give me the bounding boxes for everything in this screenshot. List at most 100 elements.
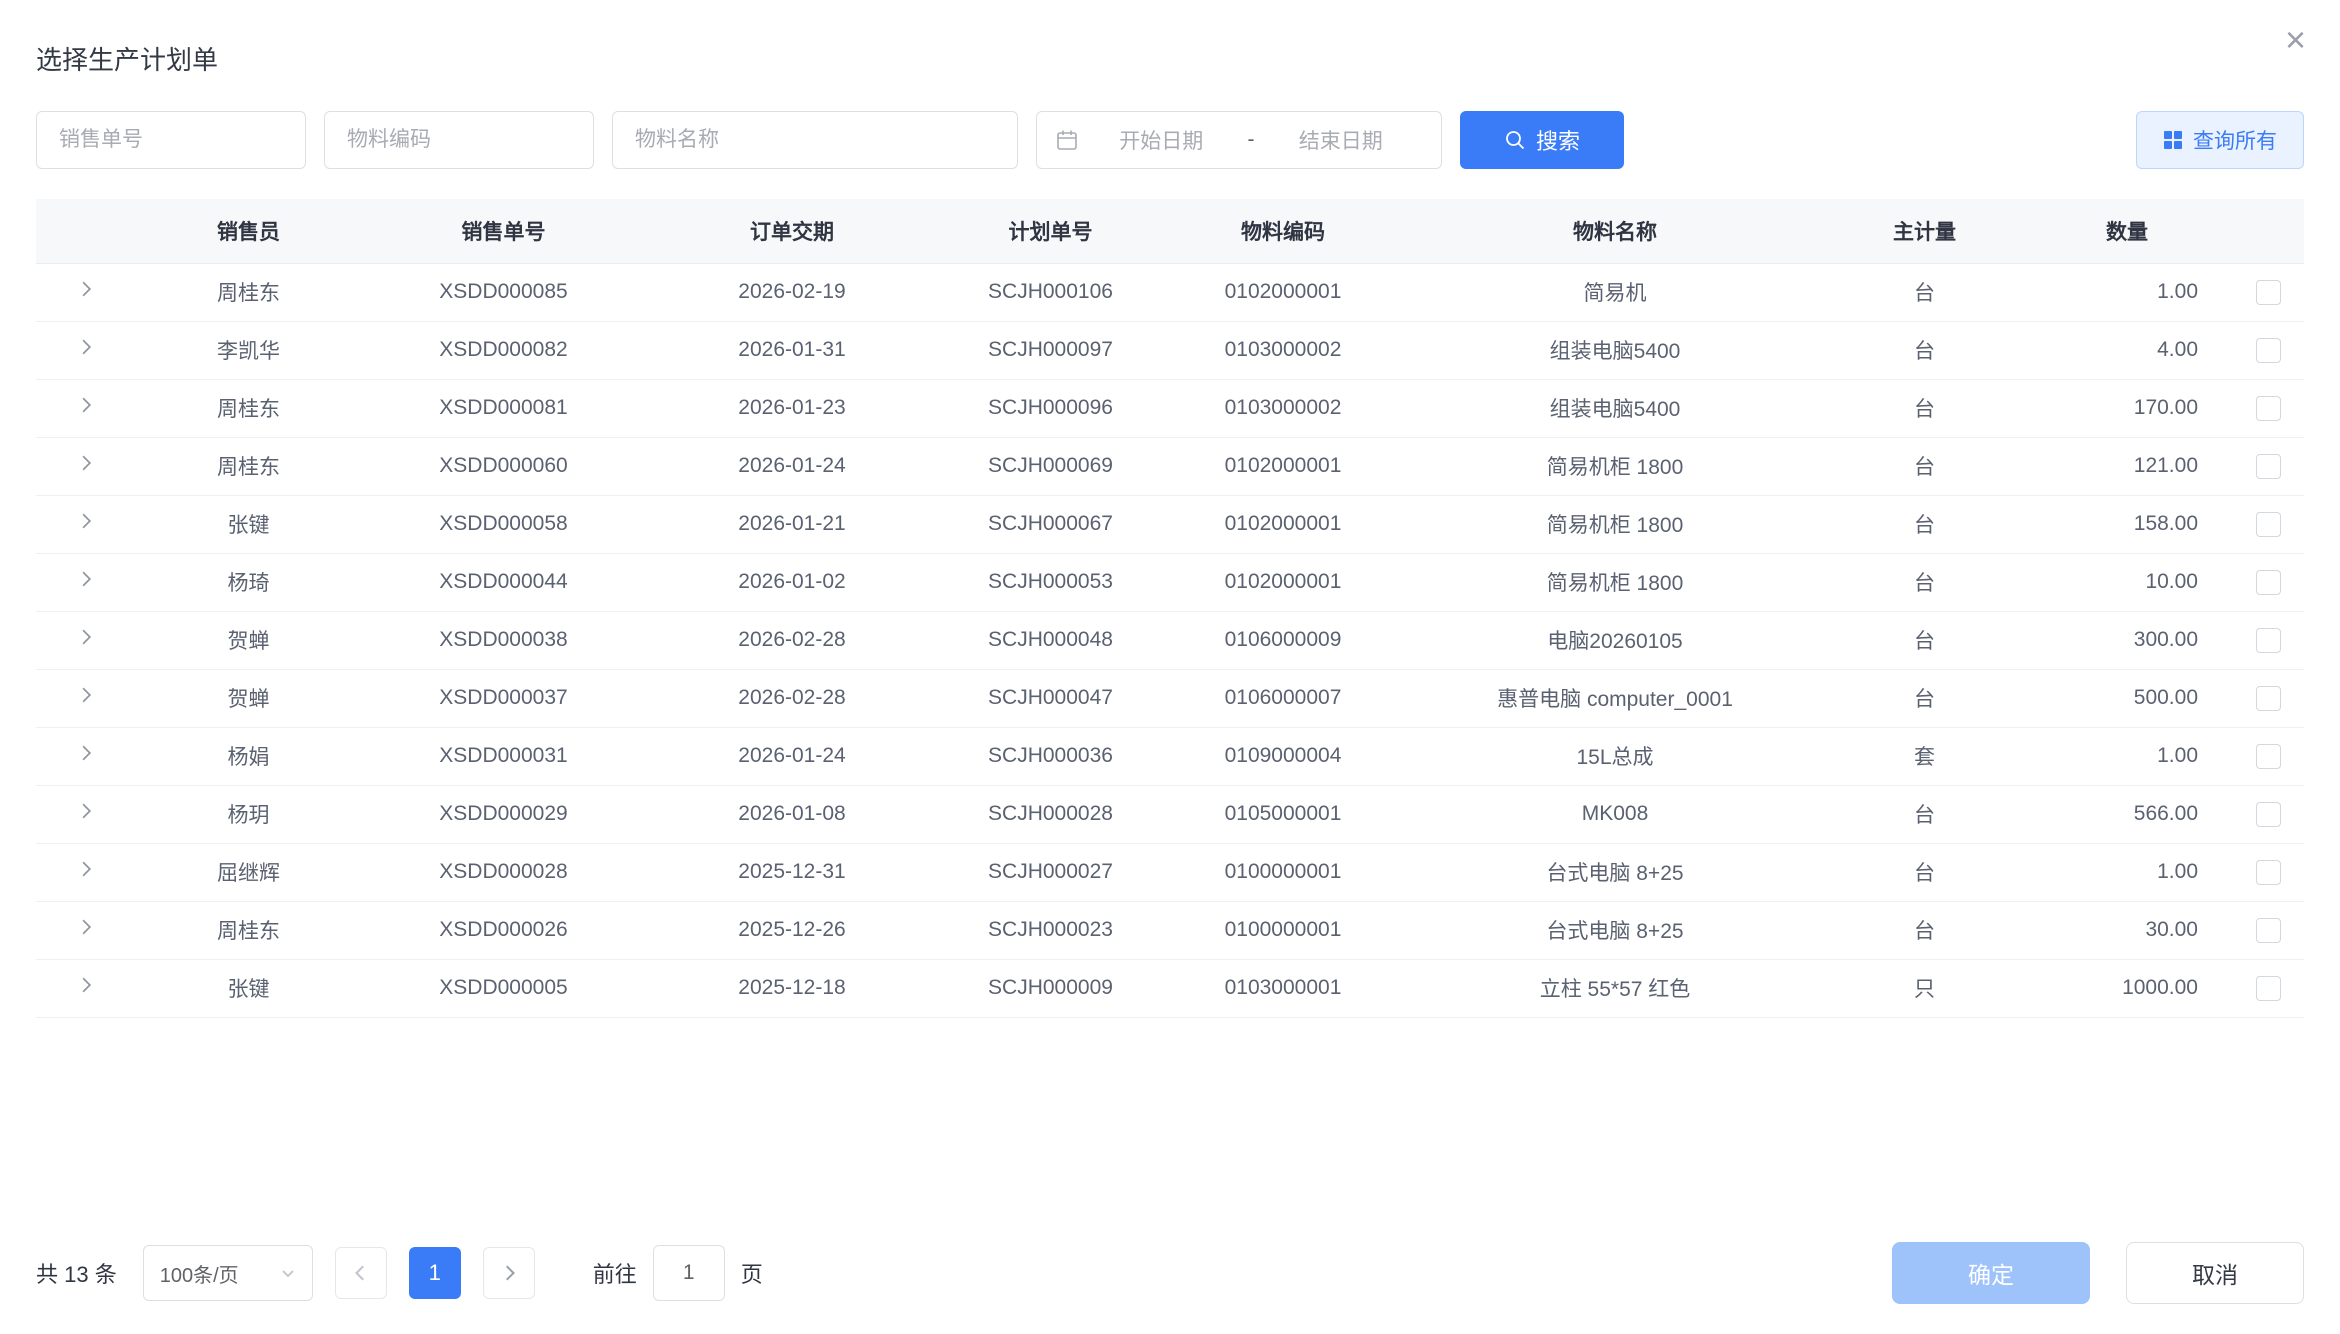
expand-cell[interactable]: [36, 901, 136, 959]
table-header-row: 销售员销售单号订单交期计划单号物料编码物料名称主计量数量: [36, 199, 2304, 263]
row-checkbox[interactable]: [2256, 918, 2281, 943]
cell-salesperson: 杨琦: [136, 553, 361, 611]
row-checkbox[interactable]: [2256, 628, 2281, 653]
chevron-left-icon: [352, 1264, 370, 1282]
material-code-input[interactable]: [324, 111, 594, 169]
cell-unit: 台: [1827, 495, 2022, 553]
goto-page-input[interactable]: [653, 1245, 725, 1301]
checkbox-column-header: [2232, 199, 2304, 263]
cancel-button[interactable]: 取消: [2126, 1242, 2304, 1304]
expand-cell[interactable]: [36, 263, 136, 321]
expand-cell[interactable]: [36, 495, 136, 553]
expand-cell[interactable]: [36, 843, 136, 901]
row-checkbox[interactable]: [2256, 570, 2281, 595]
prev-page-button[interactable]: [335, 1247, 387, 1299]
expand-cell[interactable]: [36, 321, 136, 379]
checkbox-cell: [2232, 553, 2304, 611]
expand-chevron-icon[interactable]: [79, 976, 94, 994]
expand-chevron-icon[interactable]: [79, 512, 94, 530]
expand-cell[interactable]: [36, 785, 136, 843]
table-row: 贺蝉XSDD0000372026-02-28SCJH00004701060000…: [36, 669, 2304, 727]
page-size-select[interactable]: 100条/页: [143, 1245, 313, 1301]
row-checkbox[interactable]: [2256, 860, 2281, 885]
row-checkbox[interactable]: [2256, 686, 2281, 711]
cell-material-code: 0106000007: [1163, 669, 1403, 727]
expand-cell[interactable]: [36, 727, 136, 785]
expand-chevron-icon[interactable]: [79, 396, 94, 414]
query-all-button[interactable]: 查询所有: [2136, 111, 2304, 169]
material-name-input[interactable]: [612, 111, 1018, 169]
cell-qty: 170.00: [2022, 379, 2232, 437]
column-header: 物料编码: [1163, 199, 1403, 263]
expand-chevron-icon[interactable]: [79, 280, 94, 298]
cell-material-name: 简易机柜 1800: [1403, 437, 1827, 495]
cell-sales-order: XSDD000026: [361, 901, 646, 959]
page-size-value: 100条/页: [160, 1259, 239, 1288]
cell-plan-no: SCJH000023: [938, 901, 1163, 959]
cell-sales-order: XSDD000029: [361, 785, 646, 843]
expand-cell[interactable]: [36, 959, 136, 1017]
cell-material-name: 组装电脑5400: [1403, 379, 1827, 437]
expand-cell[interactable]: [36, 553, 136, 611]
cell-plan-no: SCJH000036: [938, 727, 1163, 785]
expand-chevron-icon[interactable]: [79, 918, 94, 936]
expand-chevron-icon[interactable]: [79, 338, 94, 356]
expand-chevron-icon[interactable]: [79, 570, 94, 588]
cell-qty: 1.00: [2022, 727, 2232, 785]
cell-unit: 台: [1827, 669, 2022, 727]
cell-delivery-date: 2026-01-02: [646, 553, 938, 611]
expand-cell[interactable]: [36, 611, 136, 669]
row-checkbox[interactable]: [2256, 744, 2281, 769]
expand-chevron-icon[interactable]: [79, 744, 94, 762]
cell-material-code: 0103000001: [1163, 959, 1403, 1017]
cell-unit: 台: [1827, 843, 2022, 901]
cell-material-code: 0102000001: [1163, 553, 1403, 611]
sales-order-input[interactable]: [36, 111, 306, 169]
row-checkbox[interactable]: [2256, 802, 2281, 827]
cell-material-code: 0100000001: [1163, 901, 1403, 959]
chevron-right-icon: [500, 1264, 518, 1282]
row-checkbox[interactable]: [2256, 338, 2281, 363]
row-checkbox[interactable]: [2256, 454, 2281, 479]
expand-chevron-icon[interactable]: [79, 628, 94, 646]
cell-material-name: 组装电脑5400: [1403, 321, 1827, 379]
row-checkbox[interactable]: [2256, 512, 2281, 537]
expand-chevron-icon[interactable]: [79, 454, 94, 472]
column-header: 物料名称: [1403, 199, 1827, 263]
next-page-button[interactable]: [483, 1247, 535, 1299]
table-row: 周桂东XSDD0000812026-01-23SCJH0000960103000…: [36, 379, 2304, 437]
select-production-plan-dialog: 选择生产计划单 × 开始日期 - 结束日期 搜索: [0, 0, 2340, 1334]
row-checkbox[interactable]: [2256, 396, 2281, 421]
page-title: 选择生产计划单: [36, 40, 2304, 77]
cell-material-code: 0102000001: [1163, 263, 1403, 321]
cell-plan-no: SCJH000009: [938, 959, 1163, 1017]
cell-salesperson: 周桂东: [136, 263, 361, 321]
cell-plan-no: SCJH000097: [938, 321, 1163, 379]
page-number-button[interactable]: 1: [409, 1247, 461, 1299]
grid-icon: [2163, 130, 2183, 150]
cell-salesperson: 张键: [136, 959, 361, 1017]
confirm-button[interactable]: 确定: [1892, 1242, 2090, 1304]
expand-cell[interactable]: [36, 379, 136, 437]
cell-material-code: 0103000002: [1163, 321, 1403, 379]
column-header: 数量: [2022, 199, 2232, 263]
row-checkbox[interactable]: [2256, 280, 2281, 305]
action-buttons: 确定 取消: [1892, 1242, 2304, 1304]
expand-chevron-icon[interactable]: [79, 802, 94, 820]
date-range-picker[interactable]: 开始日期 - 结束日期: [1036, 111, 1442, 169]
cell-delivery-date: 2025-12-26: [646, 901, 938, 959]
close-icon[interactable]: ×: [2285, 22, 2306, 58]
search-button-label: 搜索: [1536, 124, 1580, 156]
cell-material-name: 台式电脑 8+25: [1403, 901, 1827, 959]
table-row: 张键XSDD0000052025-12-18SCJH00000901030000…: [36, 959, 2304, 1017]
expand-chevron-icon[interactable]: [79, 860, 94, 878]
expand-cell[interactable]: [36, 669, 136, 727]
expand-cell[interactable]: [36, 437, 136, 495]
expand-chevron-icon[interactable]: [79, 686, 94, 704]
cell-salesperson: 屈继辉: [136, 843, 361, 901]
search-button[interactable]: 搜索: [1460, 111, 1624, 169]
cell-qty: 4.00: [2022, 321, 2232, 379]
row-checkbox[interactable]: [2256, 976, 2281, 1001]
cell-delivery-date: 2026-01-24: [646, 437, 938, 495]
checkbox-cell: [2232, 843, 2304, 901]
